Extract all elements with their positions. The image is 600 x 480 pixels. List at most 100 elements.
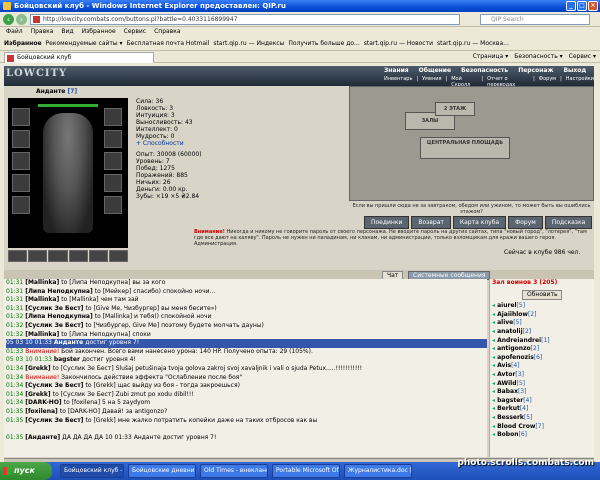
user-entry[interactable]: ◂ alive[5] (492, 319, 594, 328)
user-entry[interactable]: ◂ Babax[3] (492, 388, 594, 397)
weapon-slot[interactable] (12, 152, 30, 170)
chat-author[interactable]: [Mallinka] (25, 279, 61, 286)
favorite-link[interactable]: start.qip.ru — Новости (364, 37, 433, 50)
user-entry[interactable]: ◂ Ajaiihlow[2] (492, 311, 594, 320)
gloves-slot[interactable] (104, 130, 122, 148)
quick-slot[interactable] (48, 250, 68, 262)
favorites-button[interactable]: Избранное (4, 37, 42, 50)
user-name[interactable]: Andreiandrei (497, 337, 541, 344)
taskbar-item[interactable]: Журналистика.doc [... (344, 464, 412, 478)
user-name[interactable]: antigonzo (497, 345, 531, 352)
user-name[interactable]: Berkut (497, 405, 520, 412)
chat-author[interactable]: [Липа Неподкупна] (25, 313, 95, 320)
map-room-central[interactable]: ЦЕНТРАЛЬНАЯ ПЛОЩАДЬ (420, 137, 510, 159)
menu-help[interactable]: Справка (154, 27, 180, 37)
user-name[interactable]: aiurel (497, 302, 516, 309)
chat-author[interactable]: [Анданте] (25, 434, 62, 441)
armor-slot[interactable] (12, 174, 30, 192)
user-name[interactable]: anatolij (497, 328, 523, 335)
nav-chat[interactable]: Общение (419, 67, 451, 74)
taskbar-item[interactable]: Бойцовский клуб -... (60, 464, 124, 478)
quick-slot[interactable] (8, 250, 28, 262)
menu-view[interactable]: Вид (61, 27, 73, 37)
menu-edit[interactable]: Правка (31, 27, 54, 37)
minimize-icon[interactable]: _ (566, 1, 576, 11)
chat-author[interactable]: Внимание! (25, 348, 61, 355)
taskbar-item[interactable]: Old Times - внеклано... (200, 464, 268, 478)
url-input[interactable]: http://lowcity.combats.com/buttons.pl?ba… (30, 14, 460, 25)
user-entry[interactable]: ◂ aiurel[5] (492, 302, 594, 311)
user-entry[interactable]: ◂ antigonzo[2] (492, 345, 594, 354)
user-entry[interactable]: ◂ Blood Crow[7] (492, 423, 594, 432)
forum-button[interactable]: Форум (508, 216, 543, 229)
user-entry[interactable]: ◂ apofenozis[6] (492, 354, 594, 363)
abilities-link[interactable]: + Способности (136, 140, 336, 147)
amulet-slot[interactable] (12, 130, 30, 148)
menu-tools[interactable]: Сервис (124, 27, 146, 37)
tab-combats[interactable]: Бойцовский клуб (4, 52, 154, 63)
user-name[interactable]: Besserk (497, 414, 524, 421)
chat-author[interactable]: [Mallinka] (25, 296, 61, 303)
user-entry[interactable]: ◂ Avis[4] (492, 362, 594, 371)
user-name[interactable]: bagster (497, 397, 523, 404)
quick-slot[interactable] (108, 250, 129, 262)
return-button[interactable]: Возврат (411, 216, 451, 229)
search-input[interactable]: QIP Search (480, 14, 590, 25)
nav-exit[interactable]: Выход (563, 67, 586, 74)
user-name[interactable]: Avis (497, 362, 511, 369)
chat-author[interactable]: [Mallinka] (25, 331, 61, 338)
maximize-icon[interactable]: □ (577, 1, 587, 11)
chat-author[interactable]: Анданте (54, 339, 85, 346)
back-icon[interactable]: ‹ (3, 14, 14, 25)
nav-knowledge[interactable]: Знания (384, 67, 409, 74)
user-entry[interactable]: ◂ Avtor[3] (492, 371, 594, 380)
quick-slot[interactable] (68, 250, 88, 262)
user-entry[interactable]: ◂ Andreiandrei[1] (492, 337, 594, 346)
tools-menu[interactable]: Сервис ▾ (569, 52, 596, 62)
taskbar-item[interactable]: Бойцовские дневни... (128, 464, 196, 478)
shield-slot[interactable] (104, 152, 122, 170)
chat-author[interactable]: [Липа Неподкупна] (25, 288, 95, 295)
chat-author[interactable]: [Grekk] (25, 391, 53, 398)
user-entry[interactable]: ◂ Berkut[4] (492, 405, 594, 414)
menu-favorites[interactable]: Избранное (82, 27, 116, 37)
ring-slot[interactable] (104, 174, 122, 192)
chat-author[interactable]: bagster (54, 356, 82, 363)
favorite-link[interactable]: Получить больше до... (288, 37, 359, 50)
chat-author[interactable]: [Grekk] (25, 365, 53, 372)
chat-author[interactable]: [DARK-HO] (25, 399, 64, 406)
hint-button[interactable]: Подсказка (544, 216, 593, 229)
user-name[interactable]: alive (497, 319, 513, 326)
quick-slot[interactable] (28, 250, 48, 262)
boots-slot[interactable] (104, 196, 122, 214)
user-name[interactable]: AWild (497, 380, 516, 387)
chat-author[interactable]: [Суслик Зе Бест] (25, 305, 85, 312)
quick-slot[interactable] (88, 250, 108, 262)
page-menu[interactable]: Страница ▾ (473, 52, 509, 62)
taskbar-item[interactable]: Portable Microsoft Of... (272, 464, 340, 478)
close-icon[interactable]: × (588, 1, 598, 11)
menu-file[interactable]: Файл (6, 27, 23, 37)
char-name-text[interactable]: Анданте (36, 88, 65, 95)
favorite-link[interactable]: start.qip.ru — Москва... (437, 37, 509, 50)
user-name[interactable]: Bobon (497, 431, 518, 438)
user-name[interactable]: Ajaiihlow (497, 311, 528, 318)
map-room-floor2[interactable]: 2 ЭТАЖ (435, 102, 475, 116)
chat-author[interactable]: [Суслик Зе Бест] (25, 322, 85, 329)
user-entry[interactable]: ◂ bagster[4] (492, 397, 594, 406)
safety-menu[interactable]: Безопасность ▾ (514, 52, 562, 62)
chat-author[interactable]: Внимание! (25, 374, 61, 381)
forward-icon[interactable]: › (16, 14, 27, 25)
user-name[interactable]: Avtor (497, 371, 515, 378)
start-button[interactable]: пуск (0, 462, 52, 480)
belt-slot[interactable] (12, 196, 30, 214)
battles-button[interactable]: Поединки (364, 216, 410, 229)
nav-character[interactable]: Персонаж (518, 67, 553, 74)
user-name[interactable]: Babax (497, 388, 518, 395)
chat-author[interactable]: [Суслик Зе Бест] (25, 417, 85, 424)
user-entry[interactable]: ◂ AWild[5] (492, 380, 594, 389)
user-entry[interactable]: ◂ Bobon[6] (492, 431, 594, 440)
helmet-slot[interactable] (12, 108, 30, 126)
chat-author[interactable]: [foxilena] (25, 408, 60, 415)
favorite-link[interactable]: start.qip.ru — Индексы (213, 37, 284, 50)
